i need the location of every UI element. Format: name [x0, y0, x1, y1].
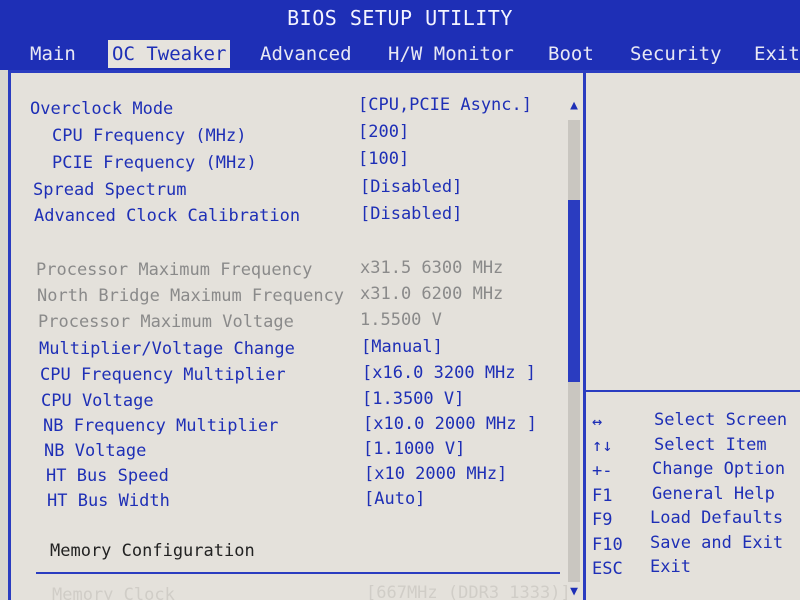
left-right-arrows-icon: ↔: [592, 412, 603, 432]
tab-security[interactable]: Security: [626, 40, 726, 68]
esc-key: ESC: [592, 559, 623, 579]
help-load-defaults: Load Defaults: [650, 508, 784, 528]
tab-hw-monitor[interactable]: H/W Monitor: [384, 40, 518, 68]
setting-value-ht-bus-speed[interactable]: [x10 2000 MHz]: [364, 463, 507, 485]
help-select-screen: Select Screen: [654, 410, 788, 430]
f1-key: F1: [592, 486, 613, 506]
help-select-item: Select Item: [654, 435, 767, 455]
info-label-processor-max-frequency: Processor Maximum Frequency: [36, 260, 313, 280]
info-value-nb-max-frequency: x31.0 6200 MHz: [360, 284, 504, 304]
f10-key: F10: [592, 535, 623, 555]
memory-section-divider: [36, 572, 560, 574]
help-general-help: General Help: [652, 484, 775, 504]
tab-oc-tweaker[interactable]: OC Tweaker: [108, 40, 231, 68]
info-value-processor-max-frequency: x31.5 6300 MHz: [360, 258, 504, 278]
setting-label-cpu-frequency-multiplier[interactable]: CPU Frequency Multiplier: [40, 364, 286, 386]
setting-label-advanced-clock-calibration[interactable]: Advanced Clock Calibration: [34, 205, 300, 227]
scroll-down-arrow-icon[interactable]: ▼: [566, 584, 582, 600]
help-save-and-exit: Save and Exit: [650, 533, 784, 553]
help-change-option: Change Option: [652, 459, 786, 479]
f9-key: F9: [592, 510, 613, 530]
setting-value-spread-spectrum[interactable]: [Disabled]: [360, 176, 462, 198]
setting-label-ht-bus-width[interactable]: HT Bus Width: [47, 490, 170, 512]
scroll-up-arrow-icon[interactable]: ▲: [566, 98, 582, 114]
setting-label-cpu-voltage[interactable]: CPU Voltage: [41, 390, 154, 412]
setting-label-memory-clock[interactable]: Memory Clock: [52, 584, 175, 600]
settings-pane: [8, 70, 586, 600]
setting-value-pcie-frequency[interactable]: [100]: [358, 148, 409, 170]
setting-value-ht-bus-width[interactable]: [Auto]: [364, 488, 425, 510]
info-label-processor-max-voltage: Processor Maximum Voltage: [38, 312, 294, 332]
setting-value-cpu-frequency[interactable]: [200]: [358, 121, 409, 143]
setting-value-cpu-voltage[interactable]: [1.3500 V]: [362, 388, 464, 410]
setting-value-overclock-mode[interactable]: [CPU,PCIE Async.]: [358, 94, 532, 116]
bios-title-bar: BIOS SETUP UTILITY: [0, 0, 800, 36]
help-divider: [586, 390, 800, 392]
tab-boot[interactable]: Boot: [544, 40, 598, 68]
setting-label-nb-frequency-multiplier[interactable]: NB Frequency Multiplier: [43, 415, 278, 437]
help-exit: Exit: [650, 557, 691, 577]
setting-label-spread-spectrum[interactable]: Spread Spectrum: [33, 179, 187, 201]
setting-value-nb-voltage[interactable]: [1.1000 V]: [363, 438, 465, 460]
tab-exit[interactable]: Exit: [750, 40, 800, 68]
setting-value-nb-frequency-multiplier[interactable]: [x10.0 2000 MHz ]: [363, 413, 537, 435]
setting-label-multiplier-voltage-change[interactable]: Multiplier/Voltage Change: [39, 338, 295, 360]
setting-label-overclock-mode[interactable]: Overclock Mode: [30, 98, 173, 120]
setting-value-advanced-clock-calibration[interactable]: [Disabled]: [360, 203, 462, 225]
up-down-arrows-icon: ↑↓: [592, 436, 613, 456]
scrollbar-thumb[interactable]: [568, 200, 580, 382]
setting-label-ht-bus-speed[interactable]: HT Bus Speed: [46, 465, 169, 487]
menu-bar: Main OC Tweaker Advanced H/W Monitor Boo…: [0, 36, 800, 70]
setting-label-pcie-frequency[interactable]: PCIE Frequency (MHz): [52, 152, 257, 174]
bios-title: BIOS SETUP UTILITY: [287, 6, 513, 30]
memory-configuration-heading[interactable]: Memory Configuration: [50, 540, 255, 562]
setting-value-memory-clock[interactable]: [667MHz (DDR3 1333)]: [366, 582, 571, 600]
setting-value-cpu-frequency-multiplier[interactable]: [x16.0 3200 MHz ]: [362, 362, 536, 384]
info-label-nb-max-frequency: North Bridge Maximum Frequency: [37, 286, 345, 306]
tab-advanced[interactable]: Advanced: [256, 40, 356, 68]
tab-main[interactable]: Main: [26, 40, 80, 68]
setting-value-multiplier-voltage-change[interactable]: [Manual]: [361, 336, 443, 358]
info-value-processor-max-voltage: 1.5500 V: [360, 310, 442, 330]
setting-label-cpu-frequency[interactable]: CPU Frequency (MHz): [52, 125, 246, 147]
plus-minus-key: +-: [592, 461, 613, 481]
setting-label-nb-voltage[interactable]: NB Voltage: [44, 440, 146, 462]
